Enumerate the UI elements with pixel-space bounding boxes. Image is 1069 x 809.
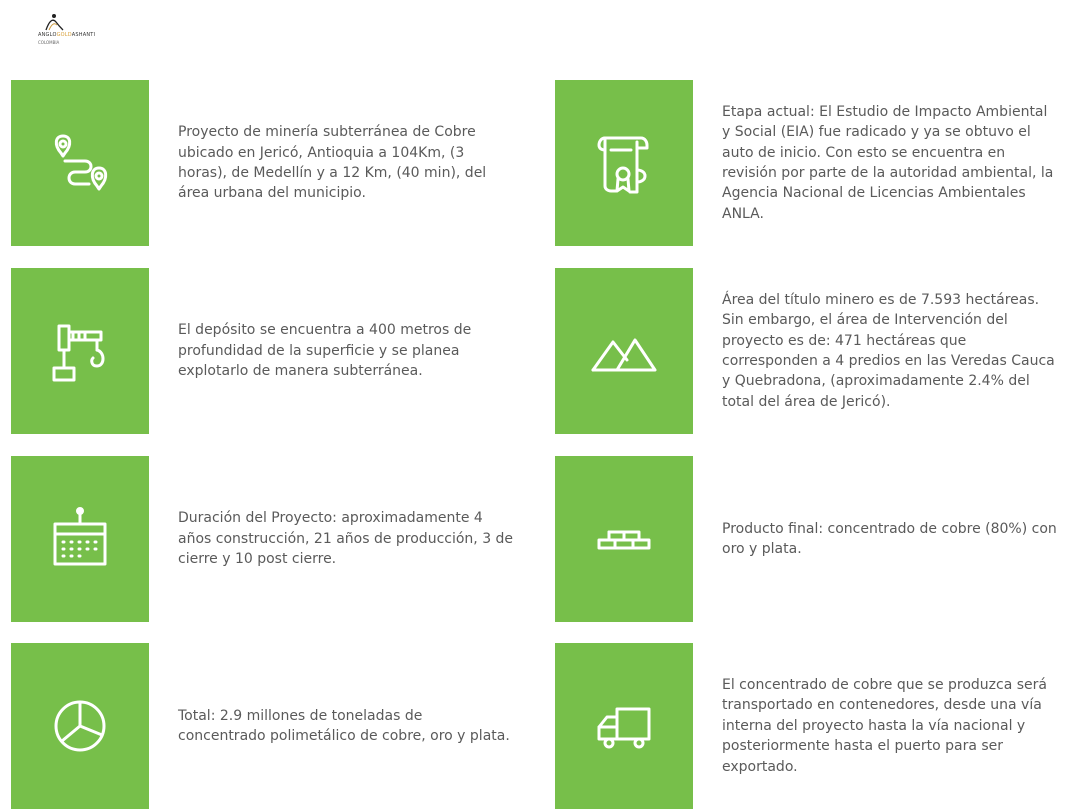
card-text: El concentrado de cobre que se produzca … <box>722 676 1048 775</box>
card-text: Proyecto de minería subterránea de Cobre… <box>178 124 487 202</box>
certificate-scroll-icon <box>597 136 649 194</box>
card-text: Duración del Proyecto: aproximadamente 4… <box>178 510 514 568</box>
route-pins-icon <box>54 134 108 191</box>
icon-tile <box>11 456 149 622</box>
info-card-location: Proyecto de minería subterránea de Cobre… <box>11 80 531 246</box>
info-card-total: Total: 2.9 millones de toneladas de conc… <box>11 643 531 809</box>
icon-tile <box>11 80 149 246</box>
logo-wordmark: ANGLOGOLDASHANTI <box>38 32 96 38</box>
icon-tile <box>555 643 693 809</box>
pie-chart-icon <box>54 700 106 752</box>
info-card-product: Producto final: concentrado de cobre (80… <box>555 456 1069 622</box>
card-text: Producto final: concentrado de cobre (80… <box>722 520 1057 557</box>
info-card-area: Área del título minero es de 7.593 hectá… <box>555 268 1069 434</box>
icon-tile <box>555 268 693 434</box>
icon-tile <box>555 456 693 622</box>
truck-icon <box>597 707 651 749</box>
logo-country: COLOMBIA <box>38 40 60 45</box>
logo-mark-icon <box>45 14 64 31</box>
card-text: Total: 2.9 millones de toneladas de conc… <box>178 707 510 744</box>
icon-tile <box>11 268 149 434</box>
card-text: Área del título minero es de 7.593 hectá… <box>722 291 1055 410</box>
icon-tile <box>11 643 149 809</box>
crane-icon <box>52 324 105 382</box>
info-card-duration: Duración del Proyecto: aproximadamente 4… <box>11 456 531 622</box>
card-text: Etapa actual: El Estudio de Impacto Ambi… <box>722 103 1054 222</box>
info-card-stage: Etapa actual: El Estudio de Impacto Ambi… <box>555 80 1069 246</box>
card-text: El depósito se encuentra a 400 metros de… <box>178 322 472 380</box>
mountains-icon <box>591 338 657 372</box>
calendar-icon <box>53 507 107 566</box>
company-logo[interactable]: ANGLOGOLDASHANTI COLOMBIA <box>38 12 118 48</box>
info-card-depth: El depósito se encuentra a 400 metros de… <box>11 268 531 434</box>
icon-tile <box>555 80 693 246</box>
bricks-icon <box>597 530 651 550</box>
info-card-transport: El concentrado de cobre que se produzca … <box>555 643 1069 809</box>
